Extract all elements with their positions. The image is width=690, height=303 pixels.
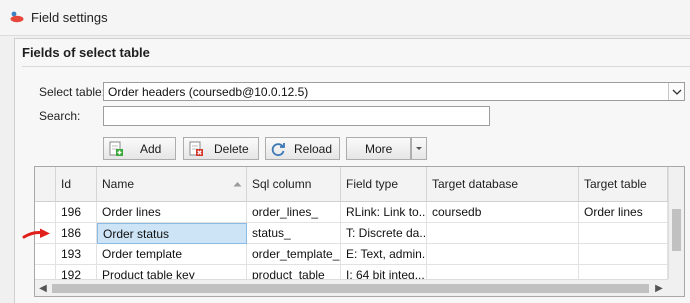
cell-target-database[interactable] [427,244,579,265]
cell-target-table[interactable] [579,223,668,244]
more-button[interactable]: More [346,137,411,160]
cell-target-database[interactable]: coursedb [427,202,579,223]
scroll-right-icon[interactable]: ▶ [651,280,667,296]
cell-sql-column[interactable]: order_template_ [247,244,341,265]
cell-target-table[interactable] [579,244,668,265]
section-title: Fields of select table [22,45,150,60]
fields-grid[interactable]: Id Name Sql column Field type Target dat… [34,166,685,297]
cell-field-type[interactable]: RLink: Link to... [341,202,427,223]
delete-button[interactable]: Delete [183,137,259,160]
delete-icon [189,141,203,156]
more-button-label: More [365,142,393,156]
more-dropdown-toggle[interactable] [411,137,427,160]
cell-field-type[interactable]: T: Discrete da... [341,223,427,244]
column-header-indicator [35,167,56,202]
table-row[interactable]: 196 Order lines order_lines_ RLink: Link… [35,202,668,223]
reload-icon [271,143,285,157]
search-label: Search: [39,109,81,123]
cell-name[interactable]: Order template [97,244,247,265]
scroll-left-icon[interactable]: ◀ [35,280,51,296]
column-header-name[interactable]: Name [97,167,247,202]
scrollbar-corner [668,279,684,296]
add-button[interactable]: Add [103,137,176,160]
column-header-name-label: Name [102,177,135,191]
cell-target-table[interactable]: Order lines [579,202,668,223]
reload-button-label: Reload [294,142,333,156]
annotation-arrow-icon [22,228,50,239]
cell-name[interactable]: Order lines [97,202,247,223]
horizontal-scroll-thumb[interactable] [52,284,649,293]
reload-button[interactable]: Reload [265,137,340,160]
column-header-target-table[interactable]: Target table [579,167,668,202]
row-indicator [35,244,56,265]
delete-button-label: Delete [214,142,249,156]
cell-target-database[interactable] [427,223,579,244]
vertical-scrollbar[interactable] [668,167,684,279]
window-title: Field settings [31,10,108,25]
cell-sql-column[interactable]: order_lines_ [247,202,341,223]
column-header-id[interactable]: Id [56,167,97,202]
dropdown-arrow-icon[interactable] [668,83,684,100]
row-indicator [35,202,56,223]
section-divider [22,66,690,67]
title-bar: Field settings [0,0,690,36]
column-header-field-type[interactable]: Field type [341,167,427,202]
vertical-scroll-thumb[interactable] [672,209,681,251]
table-row-selected[interactable]: 186 Order status status_ T: Discrete da.… [35,223,668,244]
add-icon [109,141,123,156]
search-input[interactable] [103,106,490,126]
cell-id[interactable]: 193 [56,244,97,265]
select-table-value: Order headers (coursedb@10.0.12.5) [108,85,309,99]
cell-field-type[interactable]: E: Text, admin... [341,244,427,265]
app-logo-icon [10,11,24,23]
cell-name-selected[interactable]: Order status [97,223,247,244]
sort-ascending-icon [233,182,242,187]
column-header-target-database[interactable]: Target database [427,167,579,202]
add-button-label: Add [140,142,162,156]
cell-id[interactable]: 186 [56,223,97,244]
select-table-label: Select table: [39,85,106,99]
cell-sql-column[interactable]: status_ [247,223,341,244]
table-row[interactable]: 193 Order template order_template_ E: Te… [35,244,668,265]
horizontal-scrollbar[interactable]: ◀ ▶ [35,279,668,296]
column-header-sql-column[interactable]: Sql column [247,167,341,202]
chevron-down-icon [416,147,422,150]
select-table-dropdown[interactable]: Order headers (coursedb@10.0.12.5) [103,82,685,101]
cell-id[interactable]: 196 [56,202,97,223]
grid-header: Id Name Sql column Field type Target dat… [35,167,668,202]
